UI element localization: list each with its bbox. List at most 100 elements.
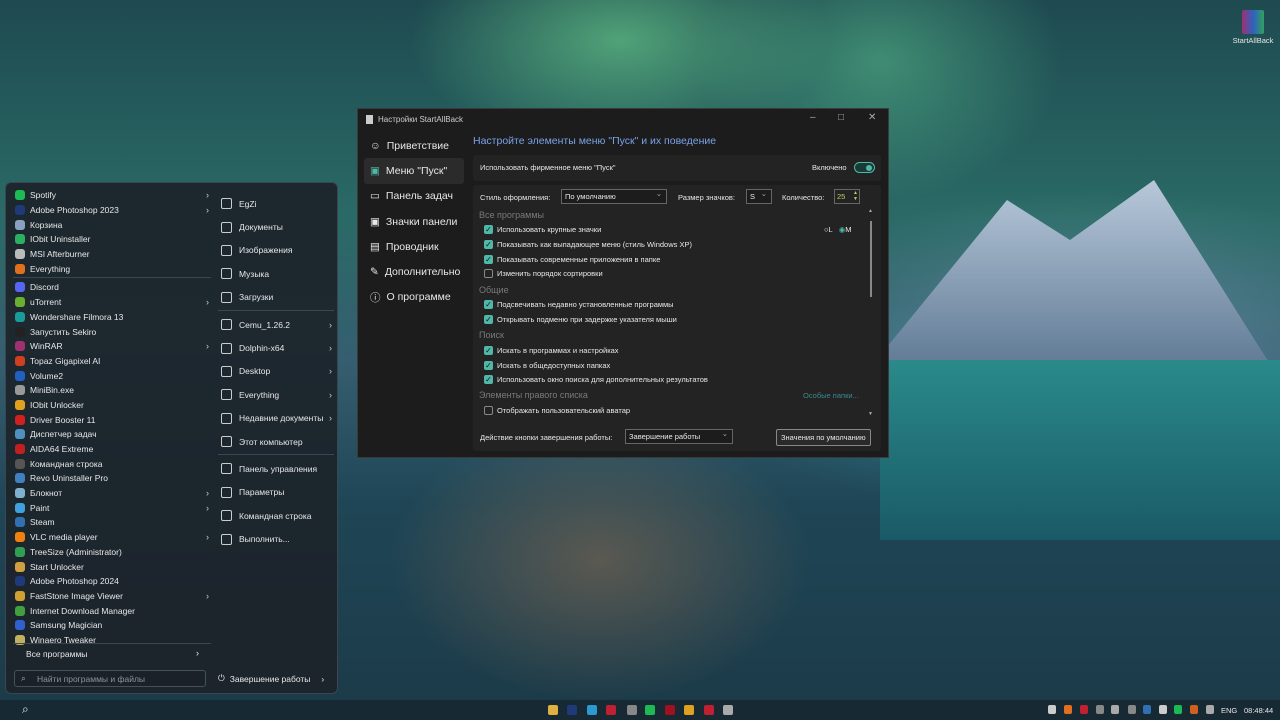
network-icon[interactable] <box>1206 705 1214 714</box>
count-stepper[interactable]: 25 ▲ ▼ <box>834 189 860 204</box>
msi-icon[interactable] <box>1159 705 1167 714</box>
program-item[interactable]: Volume2 <box>13 368 211 383</box>
checkbox[interactable] <box>484 269 493 278</box>
scrollbar[interactable]: ▲ ▼ <box>868 208 874 421</box>
clock[interactable]: 08:48:44 <box>1244 706 1273 715</box>
telegram-icon[interactable] <box>587 705 597 715</box>
photoshop-icon[interactable] <box>567 705 577 715</box>
checkbox-option[interactable]: ✓ Использовать крупные значки <box>484 225 601 234</box>
program-item[interactable]: AIDA64 Extreme <box>13 442 211 457</box>
app-icon[interactable] <box>723 705 733 715</box>
maximize-button[interactable]: □ <box>838 112 844 123</box>
nav-item[interactable]: ▤ Проводник <box>364 234 464 259</box>
place-item[interactable]: Документы <box>218 215 334 238</box>
program-item[interactable]: Internet Download Manager <box>13 603 211 618</box>
app-icon[interactable] <box>606 705 616 715</box>
program-item[interactable]: Winaero Tweaker <box>13 633 211 648</box>
checkbox[interactable]: ✓ <box>484 225 493 234</box>
search-input[interactable]: ⌕ Найти программы и файлы <box>14 670 206 687</box>
program-item[interactable]: Запустить Sekiro <box>13 324 211 339</box>
checkbox-option[interactable]: ✓ Использовать окно поиска для дополнител… <box>484 375 708 384</box>
program-item[interactable]: Командная строка <box>13 456 211 471</box>
app-icon[interactable] <box>704 705 714 715</box>
radio-l[interactable]: ○L <box>824 225 833 234</box>
place-item[interactable]: Cemu_1.26.2 › <box>218 313 334 336</box>
search-icon[interactable] <box>1064 705 1072 714</box>
checkbox[interactable]: ✓ <box>484 300 493 309</box>
checkbox-option[interactable]: ✓ Искать в общедоступных папках <box>484 361 610 370</box>
checkbox[interactable]: ✓ <box>484 315 493 324</box>
place-item[interactable]: Недавние документы › <box>218 407 334 430</box>
battery-icon[interactable] <box>1048 705 1056 714</box>
program-item[interactable]: IObit Unlocker <box>13 398 211 413</box>
checkbox-option[interactable]: ✓ Подсвечивать недавно установленные прог… <box>484 300 674 309</box>
program-item[interactable]: Wondershare Filmora 13 <box>13 310 211 325</box>
place-item[interactable]: EgZi <box>218 192 334 215</box>
spotify-icon[interactable] <box>645 705 655 715</box>
place-item[interactable]: Параметры <box>218 481 334 504</box>
program-item[interactable]: Блокнот › <box>13 486 211 501</box>
checkbox-option[interactable]: Отображать пользовательский аватар <box>484 406 630 415</box>
checkbox[interactable]: ✓ <box>484 240 493 249</box>
close-button[interactable]: ✕ <box>868 112 876 123</box>
app-icon[interactable] <box>1128 705 1136 714</box>
minimize-button[interactable]: – <box>810 112 816 123</box>
nav-item[interactable]: ☺ Приветствие <box>364 133 464 158</box>
icon-size-select[interactable]: S <box>746 189 772 204</box>
checkbox-option[interactable]: ✓ Открывать подменю при задержке указател… <box>484 315 677 324</box>
nav-item[interactable]: ▣ Значки панели <box>364 209 464 234</box>
checkbox-option[interactable]: ✓ Показывать современные приложения в пап… <box>484 255 660 264</box>
program-item[interactable]: Spotify › <box>13 188 211 203</box>
steam-icon[interactable] <box>1143 705 1151 714</box>
program-item[interactable]: VLC media player › <box>13 530 211 545</box>
checkbox-option[interactable]: ✓ Искать в программах и настройках <box>484 346 619 355</box>
program-item[interactable]: FastStone Image Viewer › <box>13 589 211 604</box>
power-action-select[interactable]: Завершение работы <box>625 429 733 444</box>
program-item[interactable]: Revo Uninstaller Pro <box>13 471 211 486</box>
program-item[interactable]: Samsung Magician <box>13 618 211 633</box>
nav-item[interactable]: ✎ Дополнительно <box>364 259 464 284</box>
place-item[interactable]: Dolphin-x64 › <box>218 336 334 359</box>
custom-menu-toggle[interactable] <box>854 162 875 173</box>
checkbox[interactable]: ✓ <box>484 375 493 384</box>
search-icon[interactable]: ⌕ <box>22 702 29 717</box>
app-icon[interactable] <box>1190 705 1198 714</box>
checkbox[interactable]: ✓ <box>484 361 493 370</box>
scrollbar-thumb[interactable] <box>870 221 872 297</box>
program-item[interactable]: MSI Afterburner <box>13 247 211 262</box>
program-item[interactable]: IObit Uninstaller <box>13 232 211 247</box>
desktop-icon-startallback[interactable]: StartAllBack <box>1230 10 1276 45</box>
program-item[interactable]: Everything <box>13 261 211 276</box>
program-item[interactable]: Adobe Photoshop 2024 <box>13 574 211 589</box>
program-item[interactable]: Steam <box>13 515 211 530</box>
app-icon[interactable] <box>1111 705 1119 714</box>
checkbox-option[interactable]: Изменить порядок сортировки <box>484 269 603 278</box>
chrome-icon[interactable] <box>684 705 694 715</box>
nav-item[interactable]: ⓘ О программе <box>364 285 464 310</box>
nav-item[interactable]: ▣ Меню "Пуск" <box>364 158 464 184</box>
defaults-button[interactable]: Значения по умолчанию <box>776 429 871 446</box>
discord-icon[interactable] <box>1096 705 1104 714</box>
program-item[interactable]: Диспетчер задач <box>13 427 211 442</box>
file-explorer-icon[interactable] <box>548 705 558 715</box>
shutdown-button[interactable]: ⏻ Завершение работы › <box>218 673 324 684</box>
language-indicator[interactable]: ENG <box>1221 706 1237 715</box>
radio-m[interactable]: ◉M <box>839 225 852 234</box>
place-item[interactable]: Этот компьютер <box>218 430 334 453</box>
program-item[interactable]: WinRAR › <box>13 339 211 354</box>
program-item[interactable]: Discord <box>13 280 211 295</box>
app-icon[interactable] <box>1080 705 1088 714</box>
place-item[interactable]: Everything › <box>218 383 334 406</box>
app-icon[interactable] <box>627 705 637 715</box>
program-item[interactable]: Start Unlocker <box>13 559 211 574</box>
program-item[interactable]: Topaz Gigapixel AI <box>13 354 211 369</box>
place-item[interactable]: Командная строка <box>218 504 334 527</box>
place-item[interactable]: Выполнить... <box>218 527 334 550</box>
place-item[interactable]: Desktop › <box>218 360 334 383</box>
program-item[interactable]: TreeSize (Administrator) <box>13 545 211 560</box>
program-item[interactable]: Paint › <box>13 500 211 515</box>
place-item[interactable]: Изображения <box>218 239 334 262</box>
all-programs-button[interactable]: Все программы <box>26 649 87 659</box>
checkbox-option[interactable]: ✓ Показывать как выпадающее меню (стиль W… <box>484 240 692 249</box>
special-folders-link[interactable]: Особые папки... <box>803 391 859 400</box>
